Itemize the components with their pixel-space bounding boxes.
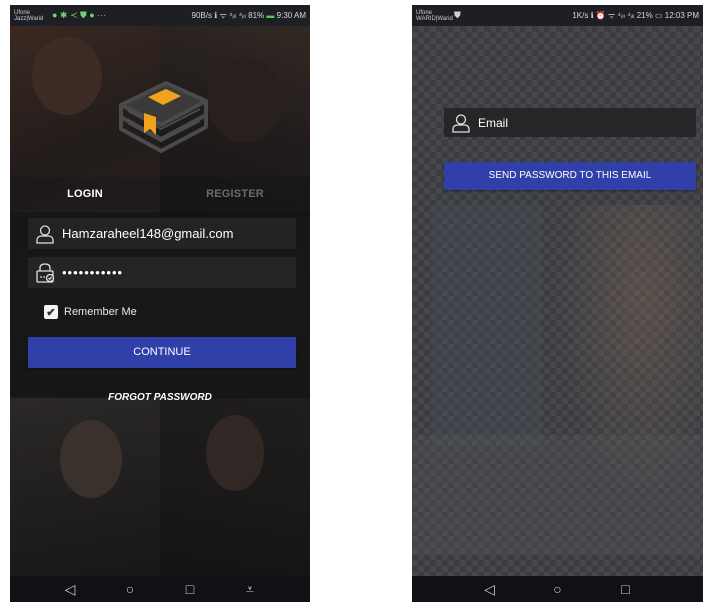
back-nav-icon[interactable]: ◁ bbox=[480, 581, 500, 598]
email-field[interactable]: Hamzaraheel148@gmail.com bbox=[28, 218, 296, 249]
books-logo-icon bbox=[119, 81, 208, 153]
recents-nav-icon[interactable]: □ bbox=[616, 581, 636, 597]
clock: 12:03 PM bbox=[664, 11, 699, 20]
forgot-password-link[interactable]: FORGOT PASSWORD bbox=[10, 392, 310, 403]
status-bar: Ufone Jazz|Warid ● ✱ ≺ ⛊ ● ··· 90B/s ℹ ᯤ… bbox=[10, 5, 310, 26]
remember-me-checkbox[interactable]: ✔ Remember Me bbox=[44, 305, 137, 319]
network-speed: 1K/s bbox=[572, 11, 589, 20]
recents-nav-icon[interactable]: □ bbox=[180, 581, 200, 597]
notification-icon: ⛊ bbox=[454, 10, 461, 20]
background-photo-desk bbox=[412, 435, 703, 555]
continue-button[interactable]: CONTINUE bbox=[28, 337, 296, 368]
battery-icon: ▬ bbox=[266, 11, 275, 20]
password-field[interactable]: ••••••••••• bbox=[28, 257, 296, 288]
auth-tabs: LOGIN REGISTER bbox=[10, 177, 310, 211]
notification-pull-icon[interactable]: ⩡ bbox=[240, 581, 260, 598]
tab-register[interactable]: REGISTER bbox=[160, 177, 310, 211]
email-placeholder: Email bbox=[478, 115, 509, 130]
background-photo-monitor bbox=[432, 205, 542, 445]
email-value: Hamzaraheel148@gmail.com bbox=[62, 226, 234, 241]
signal-icons: ℹ ᯤ ⁴ᵢₗₗ ⁴ᵢₗₗ bbox=[214, 11, 246, 20]
network-speed: 90B/s bbox=[191, 11, 212, 20]
user-icon bbox=[28, 218, 62, 249]
notification-icons: ● ✱ ≺ ⛊ ● ··· bbox=[52, 10, 107, 20]
home-nav-icon[interactable]: ○ bbox=[120, 581, 140, 597]
carrier-label: Ufone Jazz|Warid bbox=[14, 9, 44, 22]
login-screen: Ufone Jazz|Warid ● ✱ ≺ ⛊ ● ··· 90B/s ℹ ᯤ… bbox=[10, 5, 310, 602]
checkbox-checked-icon: ✔ bbox=[44, 305, 58, 319]
carrier-label: Ufone WARID|Warid bbox=[416, 9, 453, 22]
home-nav-icon[interactable]: ○ bbox=[548, 581, 568, 597]
email-input[interactable]: Email bbox=[444, 108, 696, 137]
battery-percent: 21% bbox=[636, 11, 653, 20]
remember-me-label: Remember Me bbox=[64, 306, 137, 318]
send-password-button[interactable]: SEND PASSWORD TO THIS EMAIL bbox=[444, 162, 696, 190]
forgot-password-screen: Ufone WARID|Warid ⛊ 1K/s ℹ ⏰ ᯤ ⁴ᵢₗₗ ⁴ᵢₗₗ… bbox=[412, 5, 703, 602]
status-right: 90B/s ℹ ᯤ ⁴ᵢₗₗ ⁴ᵢₗₗ 81% ▬ 9:30 AM bbox=[192, 10, 307, 21]
signal-icons: ℹ ⏰ ᯤ ⁴ᵢₗₗ ⁴ᵢₗₗ bbox=[590, 11, 635, 20]
password-value: ••••••••••• bbox=[62, 265, 124, 280]
tab-login[interactable]: LOGIN bbox=[10, 177, 160, 211]
navigation-bar: ◁ ○ □ ⩡ bbox=[10, 576, 310, 602]
clock: 9:30 AM bbox=[276, 11, 306, 20]
battery-icon: ▭ bbox=[654, 11, 663, 20]
navigation-bar: ◁ ○ □ bbox=[412, 576, 703, 602]
status-bar: Ufone WARID|Warid ⛊ 1K/s ℹ ⏰ ᯤ ⁴ᵢₗₗ ⁴ᵢₗₗ… bbox=[412, 5, 703, 26]
lock-icon bbox=[28, 257, 62, 288]
user-icon bbox=[444, 108, 478, 137]
battery-percent: 81% bbox=[248, 11, 265, 20]
back-nav-icon[interactable]: ◁ bbox=[60, 581, 80, 598]
status-right: 1K/s ℹ ⏰ ᯤ ⁴ᵢₗₗ ⁴ᵢₗₗ 21% ▭ 12:03 PM bbox=[572, 10, 699, 21]
